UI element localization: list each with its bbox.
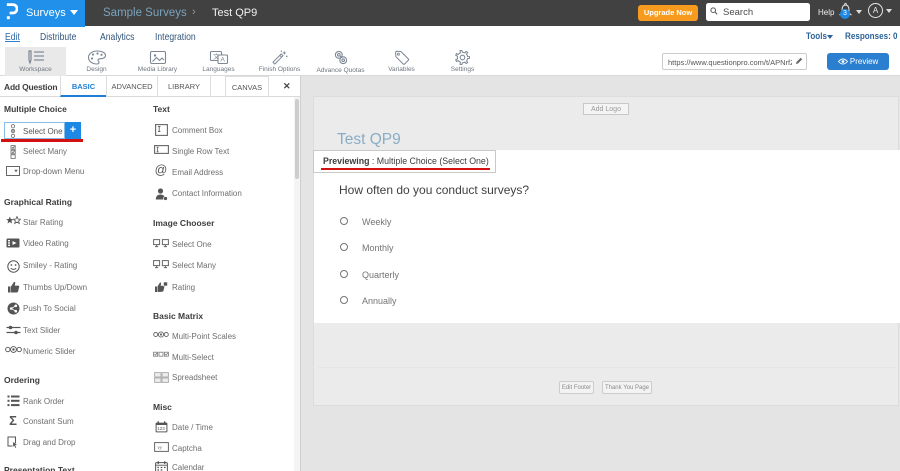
svg-text:vy: vy <box>157 445 162 451</box>
svg-text:A: A <box>220 57 225 64</box>
svg-text:123: 123 <box>157 426 165 431</box>
